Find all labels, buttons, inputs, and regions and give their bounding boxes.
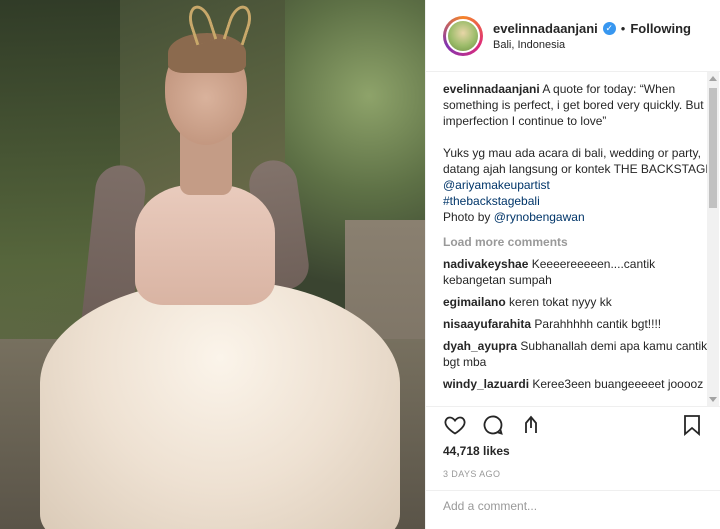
- comment-text: keren tokat nyyy kk: [509, 295, 612, 309]
- scroll-down-arrow-icon[interactable]: [709, 397, 717, 402]
- share-icon[interactable]: [519, 413, 543, 437]
- comment-item: egimailano keren tokat nyyy kk: [443, 294, 715, 310]
- caption-line-1: evelinnadaanjani A quote for today: “Whe…: [443, 81, 715, 129]
- location-link[interactable]: Bali, Indonesia: [493, 39, 691, 51]
- bookmark-icon[interactable]: [680, 413, 704, 437]
- scroll-up-arrow-icon[interactable]: [709, 76, 717, 81]
- following-button[interactable]: Following: [630, 21, 691, 36]
- photo-antler-right: [222, 2, 256, 46]
- comment-item: dyah_ayupra Subhanallah demi apa kamu ca…: [443, 338, 715, 370]
- comment-text: Keree3een buangeeeeet jooooz: [532, 377, 704, 391]
- comment-item: nisaayufarahita Parahhhhh cantik bgt!!!!: [443, 316, 715, 332]
- heart-icon[interactable]: [443, 413, 467, 437]
- comment-text: Parahhhhh cantik bgt!!!!: [534, 317, 662, 331]
- scrollbar-thumb[interactable]: [709, 88, 717, 208]
- comment-username-link[interactable]: dyah_ayupra: [443, 339, 517, 353]
- comment-username-link[interactable]: windy_lazuardi: [443, 377, 529, 391]
- caption-promo-text: Yuks yg mau ada acara di bali, wedding o…: [443, 146, 714, 176]
- add-comment-input[interactable]: [443, 499, 704, 513]
- caption-line-2: Yuks yg mau ada acara di bali, wedding o…: [443, 145, 715, 193]
- comments-section[interactable]: evelinnadaanjani A quote for today: “Whe…: [443, 72, 715, 406]
- comment-username-link[interactable]: nadivakeyshae: [443, 257, 528, 271]
- post-side-panel: evelinnadaanjani ✓ • Following Bali, Ind…: [425, 0, 720, 529]
- post-header: evelinnadaanjani ✓ • Following Bali, Ind…: [426, 0, 720, 72]
- photo-by-text: Photo by: [443, 210, 494, 224]
- comment-item: nadivakeyshae Keeeereeeeen....cantik keb…: [443, 256, 715, 288]
- comment-username-link[interactable]: nisaayufarahita: [443, 317, 531, 331]
- comment-username-link[interactable]: egimailano: [443, 295, 506, 309]
- comments-scrollbar[interactable]: [707, 72, 719, 406]
- caption-line-4: Photo by @rynobengawan: [443, 209, 715, 225]
- add-comment-bar: [426, 490, 720, 529]
- caption-username-link[interactable]: evelinnadaanjani: [443, 82, 540, 96]
- post-date[interactable]: 3 DAYS AGO: [443, 469, 704, 479]
- post-caption: evelinnadaanjani A quote for today: “Whe…: [443, 81, 715, 225]
- likes-count[interactable]: 44,718 likes: [443, 444, 704, 458]
- photo-dress-bodice: [135, 185, 275, 305]
- separator-dot: •: [620, 20, 626, 36]
- header-row: evelinnadaanjani ✓ • Following: [493, 21, 691, 36]
- avatar[interactable]: [443, 15, 483, 56]
- post-photo[interactable]: [0, 0, 425, 529]
- avatar-image: [446, 18, 480, 53]
- comment-icon[interactable]: [481, 413, 505, 437]
- comment-item: windy_lazuardi Keree3een buangeeeeet joo…: [443, 376, 715, 392]
- post-actions: 44,718 likes 3 DAYS AGO: [426, 406, 720, 490]
- caption-line-3: #thebackstagebali: [443, 193, 715, 209]
- hashtag-link[interactable]: #thebackstagebali: [443, 194, 540, 208]
- instagram-post: evelinnadaanjani ✓ • Following Bali, Ind…: [0, 0, 720, 529]
- username-link[interactable]: evelinnadaanjani: [493, 21, 598, 36]
- load-more-comments-button[interactable]: Load more comments: [443, 234, 715, 250]
- mention-link[interactable]: @ariyamakeupartist: [443, 178, 550, 192]
- action-icons-row: [443, 407, 704, 443]
- photo-dress-skirt: [40, 280, 400, 529]
- header-text: evelinnadaanjani ✓ • Following Bali, Ind…: [493, 21, 691, 51]
- verified-badge-icon: ✓: [602, 21, 616, 35]
- photographer-mention-link[interactable]: @rynobengawan: [494, 210, 585, 224]
